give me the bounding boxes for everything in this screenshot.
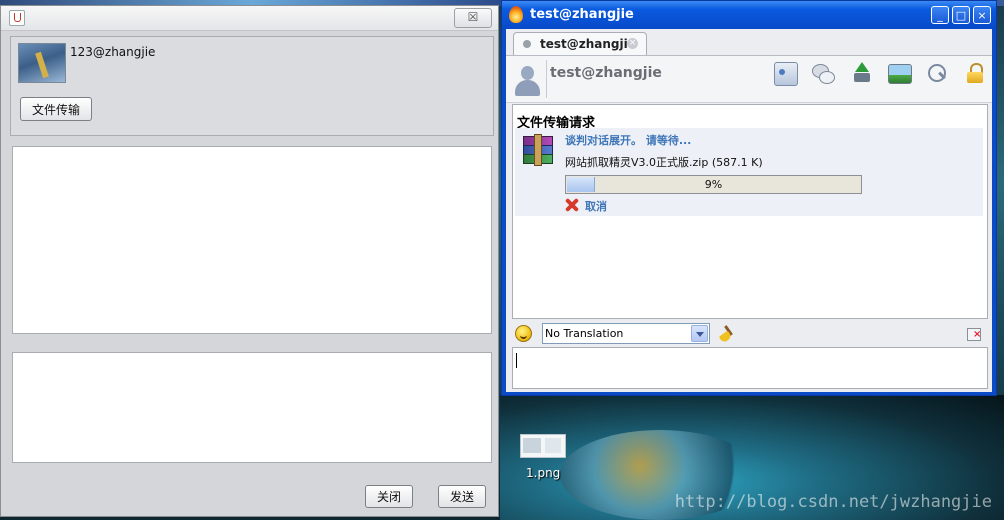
watermark: http://blog.csdn.net/jwzhangjie [674,492,992,512]
close-button[interactable]: 关闭 [365,485,413,508]
minimize-button[interactable]: _ [931,6,949,24]
window-titlebar[interactable]: test@zhangjie _ □ × [502,1,996,29]
tab-strip: test@zhangjie × [506,29,992,56]
chat-bubbles-icon[interactable] [812,62,835,84]
send-file-icon[interactable] [851,62,873,84]
java-cup-icon [9,10,25,26]
translation-select[interactable]: No Translation [542,323,710,344]
chat-body: test@zhangjie × test@zhangjie 文件传输请求 谈判对… [506,29,992,392]
lock-icon[interactable] [964,63,986,85]
window-close-button[interactable]: ☒ [454,8,492,28]
message-input[interactable] [12,352,492,463]
chat-transcript[interactable]: 文件传输请求 谈判对话展开。 请等待... 网站抓取精灵V3.0正式版.zip … [512,104,988,319]
divider [546,60,547,98]
contact-header: test@zhangjie [506,56,992,103]
file-transfer-panel: 谈判对话展开。 请等待... 网站抓取精灵V3.0正式版.zip (587.1 … [515,128,983,216]
avatar [18,43,66,83]
file-transfer-button[interactable]: 文件传输 [20,97,92,121]
clear-icon[interactable] [967,328,981,341]
desktop-file-icon[interactable]: 1.png [520,434,568,480]
avatar-head-icon [521,66,534,80]
transfer-file-name: 网站抓取精灵V3.0正式版.zip (587.1 K) [565,156,763,169]
send-button[interactable]: 发送 [438,485,486,508]
file-thumbnail-icon [520,434,566,458]
avatar-body-icon [515,80,540,96]
profile-card-icon[interactable] [774,62,798,86]
input-toolbar: No Translation [506,321,992,347]
progress-label: 9% [704,178,723,191]
tab-close-icon[interactable]: × [627,38,638,49]
chat-history-area[interactable] [12,146,492,334]
avatar [512,64,542,98]
chevron-down-icon[interactable] [691,325,708,342]
spark-chat-window: test@zhangjie _ □ × test@zhangjie × test… [501,0,997,396]
presence-icon [523,40,531,48]
emoticon-icon[interactable] [515,325,532,342]
screenshot-icon[interactable] [888,64,912,84]
transfer-status: 谈判对话展开。 请等待... [565,134,692,147]
split-pane-divider[interactable] [12,335,492,352]
contact-name: test@zhangjie [550,65,662,81]
broom-icon[interactable] [718,325,736,343]
cancel-x-icon [565,198,579,212]
window-title: test@zhangjie [530,7,634,22]
window-close-button[interactable]: × [973,6,991,24]
tab-label: test@zhangjie [540,37,636,51]
window-titlebar[interactable]: ☒ [1,6,498,31]
maximize-button[interactable]: □ [952,6,970,24]
java-chat-window: ☒ 123@zhangjie 文件传输 关闭 发送 [0,5,499,517]
spark-flame-icon [509,6,523,23]
translation-value: No Translation [545,327,624,340]
message-input[interactable] [512,347,988,389]
desktop-file-name: 1.png [526,466,561,480]
tab-chat[interactable]: test@zhangjie × [513,32,647,55]
chat-username: 123@zhangjie [70,45,156,59]
text-caret [516,353,517,368]
rar-archive-icon [521,134,553,166]
cancel-label: 取消 [585,200,607,213]
link-icon[interactable] [926,62,948,84]
chat-header-panel: 123@zhangjie 文件传输 [10,36,494,136]
transfer-progress-bar: 9% [565,175,862,194]
